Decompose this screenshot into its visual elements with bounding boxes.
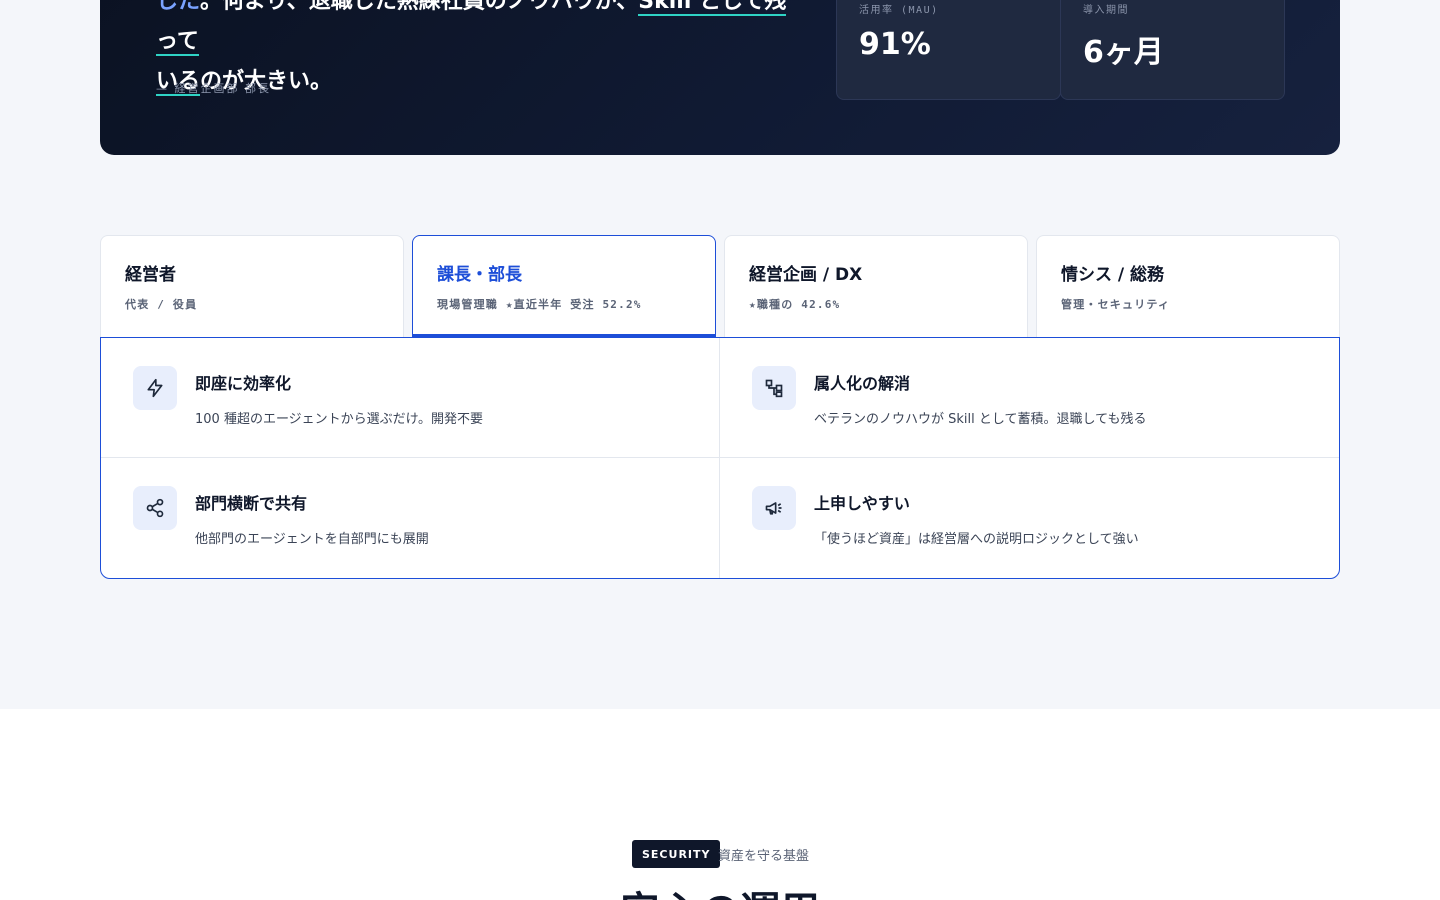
feature-title: 属人化の解消: [814, 374, 911, 393]
lightning-icon: [133, 366, 177, 410]
quote-highlight: した: [156, 0, 201, 14]
feature-title: 即座に効率化: [195, 374, 292, 393]
feature-item: 即座に効率化 100 種超のエージェントから選ぶだけ。開発不要: [101, 338, 720, 458]
tab-title: 情シス / 総務: [1061, 265, 1165, 285]
tab-it-admin[interactable]: 情シス / 総務 管理・セキュリティ: [1036, 235, 1340, 337]
feature-description: ベテランのノウハウが Skill として蓄積。退職しても残る: [814, 412, 1147, 427]
tab-executive[interactable]: 経営者 代表 / 役員: [100, 235, 404, 337]
testimonial-card: した。何より、退職した熟練社員のノウハウが、Skill として残って いるのが大…: [100, 0, 1340, 155]
stat-card-period: 導入期間 6ヶ月: [1060, 0, 1285, 100]
tab-subtitle: 管理・セキュリティ: [1061, 298, 1171, 311]
stat-value: 6ヶ月: [1083, 35, 1164, 70]
share-icon: [133, 486, 177, 530]
feature-item: 上申しやすい 「使うほど資産」は経営層への説明ロジックとして強い: [720, 458, 1339, 578]
hierarchy-icon: [752, 366, 796, 410]
tab-planning-dx[interactable]: 経営企画 / DX ★職種の 42.6%: [724, 235, 1028, 337]
section-badge: SECURITY: [632, 840, 721, 868]
tab-title: 経営企画 / DX: [749, 265, 863, 285]
tab-panel: 即座に効率化 100 種超のエージェントから選ぶだけ。開発不要 属人化の解消 ベ…: [100, 337, 1340, 579]
tab-subtitle: ★職種の 42.6%: [749, 298, 841, 311]
tab-title: 課長・部長: [437, 265, 522, 285]
section-heading: 安心の運用: [0, 888, 1440, 900]
stat-card-mau: 活用率 (MAU) 91%: [836, 0, 1061, 100]
feature-title: 上申しやすい: [814, 494, 910, 513]
section-eyebrow: 資産を守る基盤: [718, 849, 810, 864]
feature-description: 他部門のエージェントを自部門にも展開: [195, 532, 429, 547]
tab-title: 経営者: [125, 265, 176, 285]
tab-manager[interactable]: 課長・部長 現場管理職 ★直近半年 受注 52.2%: [412, 235, 716, 337]
stat-value: 91%: [859, 27, 931, 62]
tab-subtitle: 現場管理職 ★直近半年 受注 52.2%: [437, 298, 642, 311]
stat-label: 導入期間: [1083, 5, 1129, 16]
tab-subtitle: 代表 / 役員: [125, 298, 198, 311]
feature-item: 属人化の解消 ベテランのノウハウが Skill として蓄積。退職しても残る: [720, 338, 1339, 458]
feature-description: 100 種超のエージェントから選ぶだけ。開発不要: [195, 412, 484, 427]
testimonial-attribution: — 経営企画部 部長: [156, 82, 271, 95]
quote-text: 。何より、退職した熟練社員のノウハウが、: [200, 0, 639, 14]
feature-description: 「使うほど資産」は経営層への説明ロジックとして強い: [814, 532, 1139, 547]
feature-title: 部門横断で共有: [195, 494, 308, 513]
megaphone-icon: [752, 486, 796, 530]
feature-item: 部門横断で共有 他部門のエージェントを自部門にも展開: [101, 458, 720, 578]
stat-label: 活用率 (MAU): [859, 5, 939, 16]
